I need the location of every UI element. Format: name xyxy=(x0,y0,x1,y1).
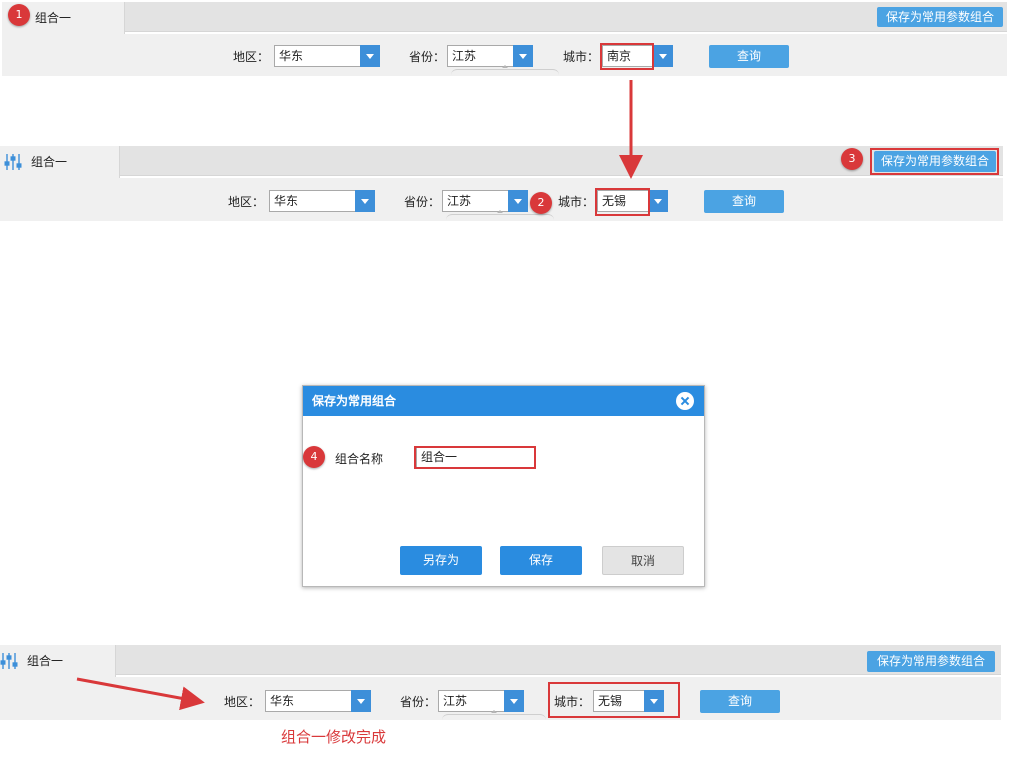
annotation-arrows xyxy=(76,80,643,711)
arrow-right-annotation xyxy=(76,677,205,711)
